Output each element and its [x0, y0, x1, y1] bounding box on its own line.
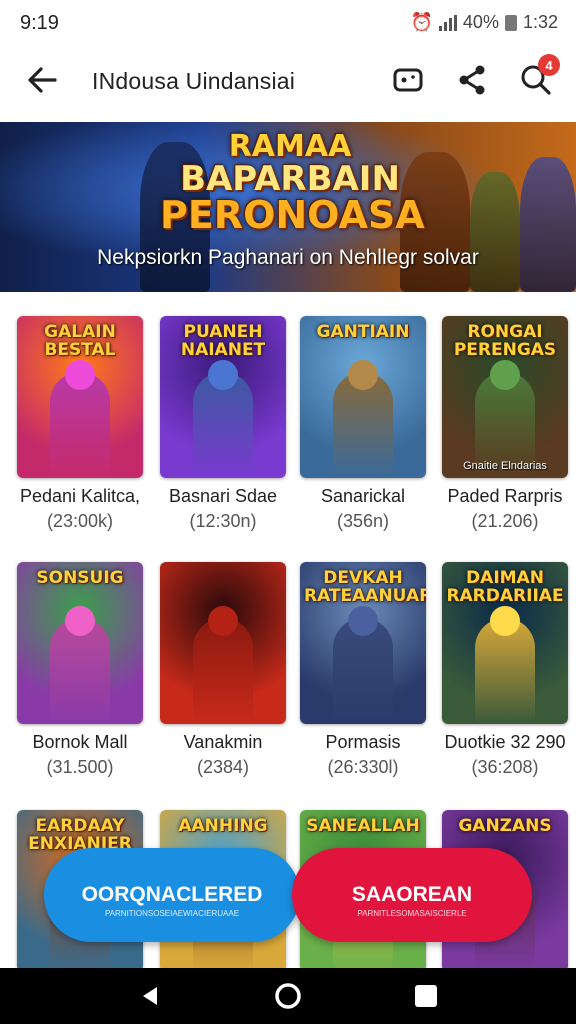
share-icon	[459, 65, 485, 95]
triangle-back-icon	[143, 987, 157, 1005]
game-thumbnail-title: DAIMAN RARDARIIAE	[446, 568, 564, 606]
left-action-label: OORQNACLERED	[81, 883, 263, 906]
game-thumbnail-title: GANZANS	[458, 816, 552, 836]
game-thumbnail-title: RONGAI PERENGAS	[453, 322, 557, 360]
game-card[interactable]: GALAIN BESTAL Pedani Kalitca, (23:00k)	[17, 316, 143, 532]
game-character-head	[348, 606, 378, 636]
game-count: (356n)	[336, 511, 390, 531]
game-count: (2384)	[196, 757, 250, 777]
game-character-head	[490, 606, 520, 636]
nav-recents-button[interactable]	[410, 980, 442, 1012]
nav-home-button[interactable]	[272, 980, 304, 1012]
game-name: Sanarickal	[320, 486, 406, 506]
game-card[interactable]: Vanakmin (2384)	[160, 562, 286, 778]
game-name: Vanakmin	[183, 732, 263, 752]
game-thumbnail-title: GANTIAIN	[316, 322, 410, 342]
signal-icon	[438, 14, 457, 31]
banner-title: RAMAA BAPARBAIN PERONOASA	[160, 129, 425, 237]
banner-character-art	[470, 172, 520, 292]
banner-character-art	[520, 157, 576, 292]
page-title: INdousa Uindansiai	[92, 68, 296, 94]
hero-banner[interactable]: RAMAA BAPARBAIN PERONOASA Nekpsiorkn Pag…	[0, 122, 576, 292]
alarm-icon: ⏰	[410, 12, 433, 32]
share-button[interactable]	[452, 60, 492, 100]
game-count: (26:330l)	[327, 757, 399, 777]
game-card[interactable]: SONSUIG Bornok Mall (31.500)	[17, 562, 143, 778]
game-count: (23:00k)	[46, 511, 114, 531]
game-thumbnail[interactable]	[160, 562, 286, 724]
right-action-sublabel: PARNITLESOMASAISCIERLE	[357, 909, 467, 918]
game-name: Basnari Sdae	[168, 486, 278, 506]
game-controller-button[interactable]	[388, 60, 428, 100]
game-character-head	[208, 606, 238, 636]
app-bar: INdousa Uindansiai 4	[0, 46, 576, 118]
game-thumbnail-title: AANHING	[178, 816, 268, 836]
game-thumbnail-title: GALAIN BESTAL	[44, 322, 116, 360]
game-character-head	[490, 360, 520, 390]
system-nav-bar	[0, 968, 576, 1024]
game-character-head	[348, 360, 378, 390]
game-thumbnail[interactable]: SONSUIG	[17, 562, 143, 724]
left-action-button[interactable]: OORQNACLERED PARNITIONSOSEIAEWIACIERUAAE	[44, 848, 300, 942]
game-thumbnail-title: PUANEH NAIANET	[180, 322, 266, 360]
game-thumbnail[interactable]: DAIMAN RARDARIIAE	[442, 562, 568, 724]
game-count: (21.206)	[471, 511, 539, 531]
back-button[interactable]	[22, 60, 62, 100]
right-action-label: SAAOREAN	[351, 883, 473, 906]
game-thumbnail-caption: Gnaitie Elndarias	[463, 460, 547, 472]
game-character-head	[208, 360, 238, 390]
search-button[interactable]: 4	[516, 54, 560, 100]
game-character-head	[65, 606, 95, 636]
square-recents-icon	[415, 985, 437, 1007]
battery-icon	[504, 14, 517, 31]
game-thumbnail-title: SONSUIG	[36, 568, 124, 588]
nav-back-button[interactable]	[134, 980, 166, 1012]
banner-subtitle: Nekpsiorkn Paghanari on Nehllegr solvar	[97, 246, 479, 269]
left-action-sublabel: PARNITIONSOSEIAEWIACIERUAAE	[104, 909, 240, 918]
right-action-button[interactable]: SAAOREAN PARNITLESOMASAISCIERLE	[292, 848, 532, 942]
game-thumbnail[interactable]: RONGAI PERENGAS Gnaitie Elndarias	[442, 316, 568, 478]
game-thumbnail-title: SANEALLAH	[306, 816, 420, 836]
notification-badge: 4	[538, 54, 560, 76]
game-count: (31.500)	[46, 757, 114, 777]
circle-home-icon	[275, 983, 301, 1009]
game-thumbnail[interactable]: GANTIAIN	[300, 316, 426, 478]
battery-percent: 40%	[462, 12, 499, 32]
controller-icon	[393, 68, 423, 92]
game-count: (12:30n)	[189, 511, 257, 531]
game-name: Bornok Mall	[32, 732, 128, 752]
back-arrow-icon	[28, 67, 57, 93]
game-card[interactable]: DAIMAN RARDARIIAE Duotkie 32 290 (36:208)	[442, 562, 568, 778]
status-clock: 1:32	[522, 12, 558, 32]
game-card[interactable]: DEVKAH RATEAANUAR Pormasis (26:330l)	[300, 562, 426, 778]
game-thumbnail[interactable]: GALAIN BESTAL	[17, 316, 143, 478]
game-count: (36:208)	[471, 757, 539, 777]
game-name: Pedani Kalitca,	[19, 486, 141, 506]
status-time: 9:19	[20, 12, 59, 34]
game-card[interactable]: RONGAI PERENGAS Gnaitie Elndarias Paded Ra…	[442, 316, 568, 532]
game-thumbnail-title: DEVKAH RATEAANUAR	[304, 568, 426, 606]
status-icons: ⏰ 40% 1:32	[411, 12, 559, 33]
game-card[interactable]: GANTIAIN Sanarickal (356n)	[300, 316, 426, 532]
game-card[interactable]: PUANEH NAIANET Basnari Sdae (12:30n)	[160, 316, 286, 532]
game-thumbnail[interactable]: DEVKAH RATEAANUAR	[300, 562, 426, 724]
status-bar: 9:19 ⏰ 40% 1:32	[0, 0, 576, 46]
game-name: Paded Rarpris	[447, 486, 563, 506]
game-name: Duotkie 32 290	[444, 732, 566, 752]
game-name: Pormasis	[325, 732, 401, 752]
game-character-head	[65, 360, 95, 390]
game-thumbnail[interactable]: PUANEH NAIANET	[160, 316, 286, 478]
